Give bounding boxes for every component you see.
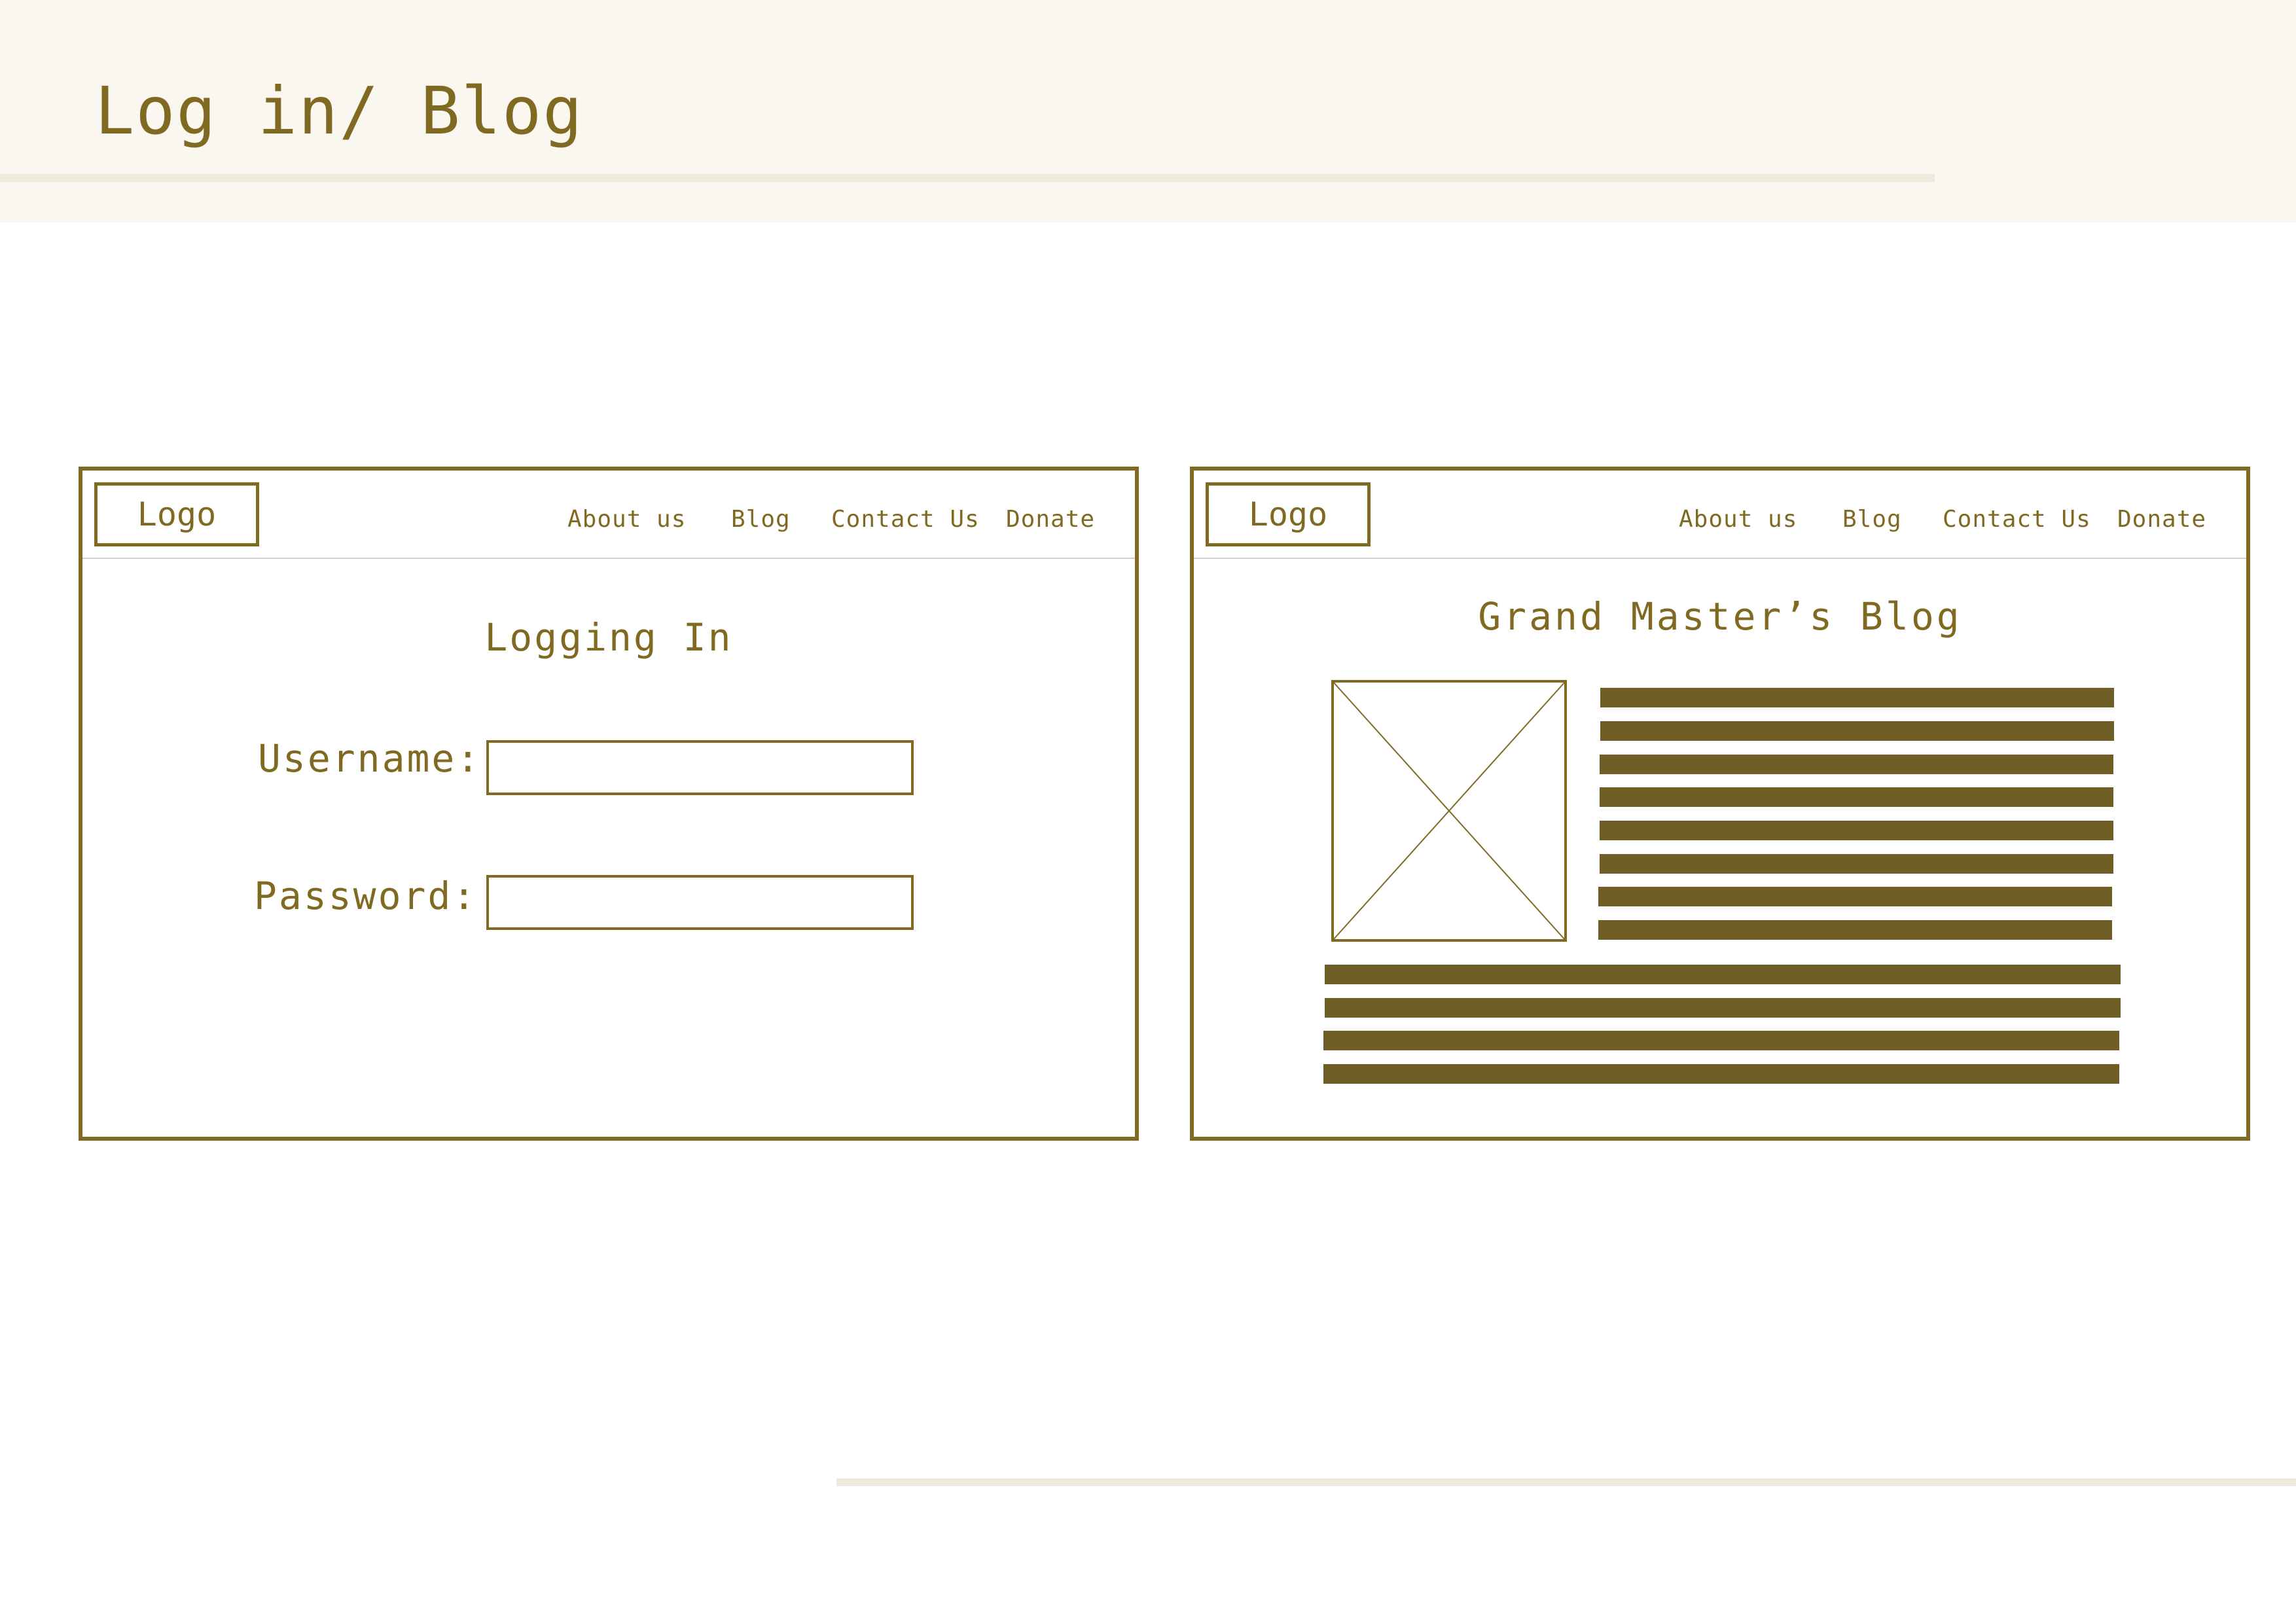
text-line-placeholder	[1598, 887, 2112, 906]
nav-link-contact-us[interactable]: Contact Us	[831, 503, 980, 536]
text-line-placeholder	[1600, 755, 2113, 774]
text-line-placeholder	[1600, 854, 2113, 874]
password-input[interactable]	[486, 875, 914, 930]
login-nav-bar: Logo About us Blog Contact Us Donate	[82, 471, 1135, 559]
password-label: Password:	[254, 874, 478, 918]
blog-wireframe: Logo About us Blog Contact Us Donate Gra…	[1190, 467, 2250, 1141]
image-placeholder-icon	[1331, 680, 1567, 942]
text-line-placeholder	[1325, 965, 2121, 984]
username-label: Username:	[258, 736, 482, 781]
page-title: Log in/ Blog	[95, 73, 584, 149]
text-line-placeholder	[1600, 821, 2113, 840]
header-band: Log in/ Blog	[0, 0, 2296, 223]
nav-link-donate[interactable]: Donate	[2117, 503, 2206, 536]
nav-link-blog[interactable]: Blog	[1842, 503, 1902, 536]
nav-link-contact-us[interactable]: Contact Us	[1943, 503, 2091, 536]
text-line-placeholder	[1600, 688, 2114, 707]
blog-heading: Grand Master’s Blog	[1478, 594, 1962, 639]
text-line-placeholder	[1600, 721, 2114, 741]
blog-nav-bar: Logo About us Blog Contact Us Donate	[1194, 471, 2246, 559]
username-input[interactable]	[486, 740, 914, 795]
footer-divider	[836, 1478, 2296, 1486]
nav-link-donate[interactable]: Donate	[1006, 503, 1095, 536]
text-line-placeholder	[1323, 1031, 2119, 1050]
text-line-placeholder	[1598, 920, 2112, 940]
nav-link-about-us[interactable]: About us	[1679, 503, 1797, 536]
text-line-placeholder	[1325, 998, 2121, 1018]
login-wireframe: Logo About us Blog Contact Us Donate Log…	[79, 467, 1139, 1141]
nav-link-blog[interactable]: Blog	[731, 503, 791, 536]
login-heading: Logging In	[484, 615, 733, 660]
header-divider	[0, 174, 1935, 182]
nav-link-about-us[interactable]: About us	[567, 503, 686, 536]
text-line-placeholder	[1600, 787, 2113, 807]
logo-placeholder[interactable]: Logo	[94, 482, 259, 546]
text-line-placeholder	[1323, 1064, 2119, 1084]
logo-placeholder[interactable]: Logo	[1206, 482, 1371, 546]
